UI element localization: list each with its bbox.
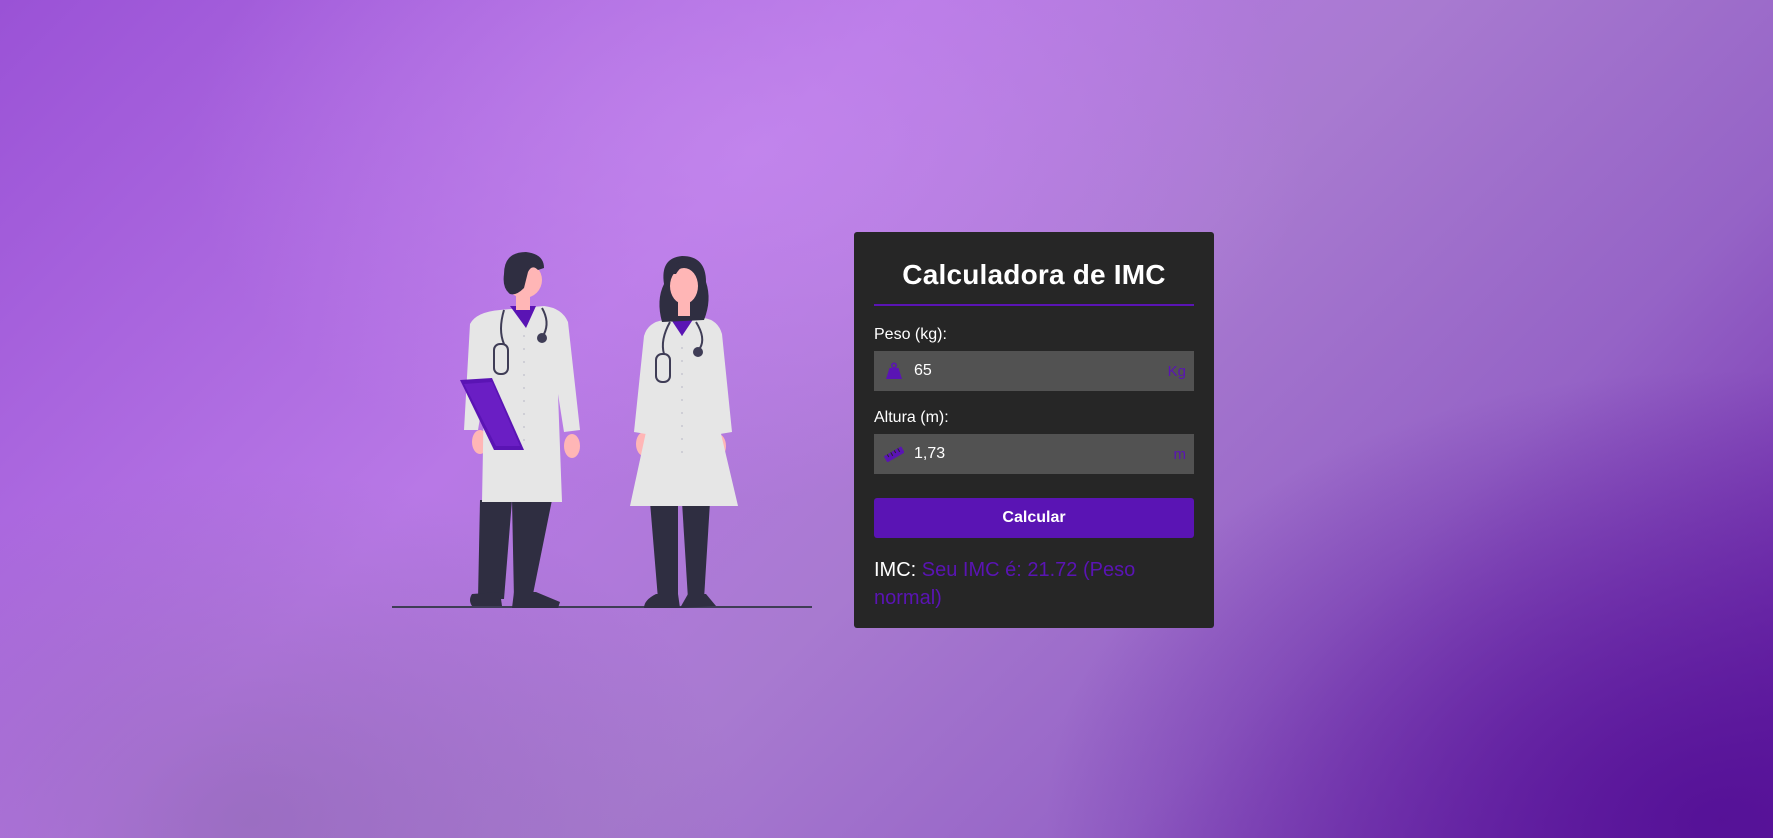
height-label: Altura (m): xyxy=(874,409,949,426)
result: IMC: Seu IMC é: 21.72 (Peso normal) xyxy=(874,556,1194,612)
height-field[interactable]: m xyxy=(874,434,1194,474)
weight-unit: Kg xyxy=(1167,363,1186,380)
doctors-illustration-icon xyxy=(392,252,812,608)
result-label: IMC: xyxy=(874,559,917,581)
page-title: Calculadora de IMC xyxy=(874,232,1194,306)
calculate-button[interactable]: Calcular xyxy=(874,498,1194,538)
height-input[interactable] xyxy=(914,445,1194,463)
bmi-calculator-card: Calculadora de IMC Peso (kg): Kg Altura … xyxy=(854,232,1214,628)
doctors-illustration xyxy=(392,244,816,614)
height-unit: m xyxy=(1173,446,1187,463)
weight-field[interactable]: Kg xyxy=(874,351,1194,391)
ruler-icon xyxy=(874,434,914,474)
weight-label: Peso (kg): xyxy=(874,326,947,343)
weight-icon xyxy=(874,351,914,391)
weight-input[interactable] xyxy=(914,362,1194,380)
